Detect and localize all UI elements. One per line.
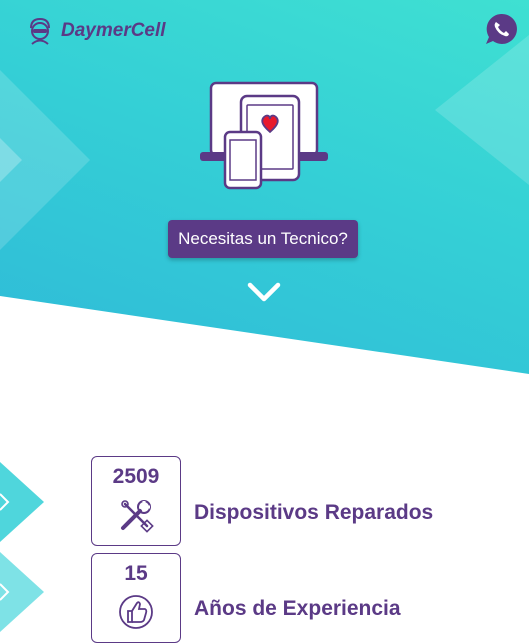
- stat-arrow-decoration: [0, 462, 44, 542]
- thumbs-up-icon: [119, 595, 153, 629]
- stat-label: Años de Experiencia: [194, 597, 401, 620]
- devices-illustration: [200, 81, 328, 190]
- stat-number: 2509: [112, 465, 160, 488]
- cta-button[interactable]: Necesitas un Tecnico?: [168, 220, 358, 258]
- technician-avatar-icon: [30, 17, 50, 45]
- brand-logo[interactable]: DaymerCell: [26, 16, 166, 46]
- hero-section: [0, 0, 529, 374]
- brand-name: DaymerCell: [61, 20, 166, 41]
- decorative-chevron-right: [435, 35, 529, 185]
- whatsapp-icon[interactable]: [484, 12, 518, 46]
- stat-label: Dispositivos Reparados: [194, 501, 434, 524]
- chevron-down-icon[interactable]: [246, 281, 282, 303]
- stat-arrow-decoration: [0, 552, 44, 632]
- tools-icon: [121, 500, 154, 533]
- stat-number: 15: [124, 562, 148, 585]
- stat-card: 2509: [91, 456, 181, 546]
- stat-card: 15: [91, 553, 181, 643]
- decorative-chevron-left: [0, 70, 90, 250]
